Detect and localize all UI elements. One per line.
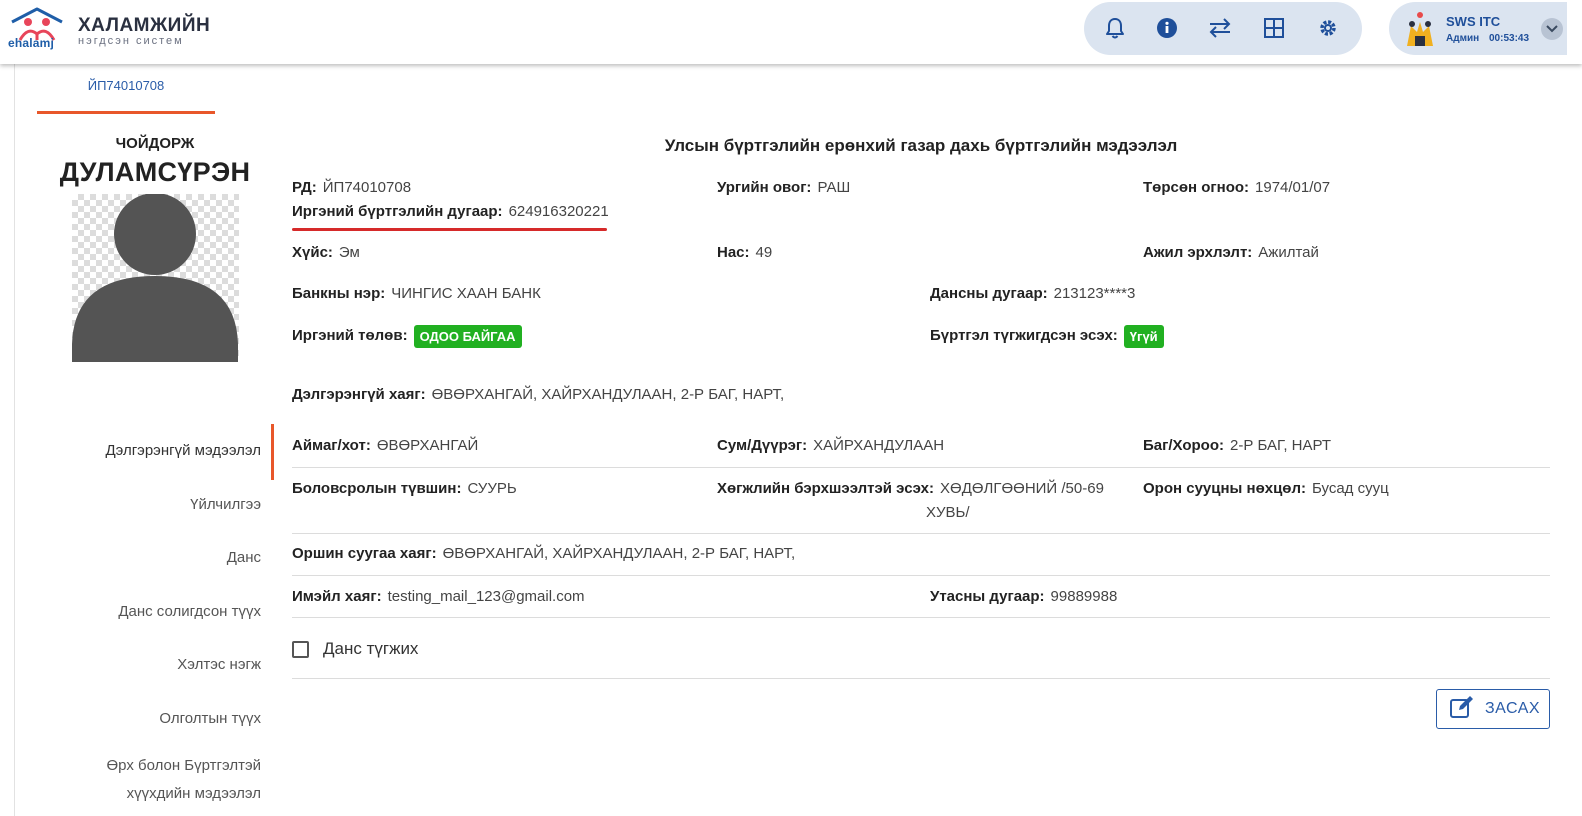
grid-icon[interactable] [1262,16,1286,40]
nav-item-details[interactable]: Дэлгэрэнгүй мэдээлэл [105,442,261,459]
nav-item-account-history[interactable]: Данс солигдсон түүх [118,603,261,620]
tab-active-indicator [37,111,215,114]
divider [292,678,1550,679]
lock-account-label[interactable]: Данс түгжих [323,639,418,659]
header-toolbar [1084,2,1362,55]
user-name: SWS ITC [1446,14,1501,29]
nav-item-services[interactable]: Үйлчилгээ [190,496,261,513]
divider [292,617,1550,618]
field-phone: Утасны дугаар: 99889988 [930,588,1118,605]
chevron-down-icon[interactable] [1541,18,1563,40]
profile-last-name: ДУЛАМСҮРЭН [59,157,251,187]
app-header: ehalamj ХАЛАМЖИЙН нэгдсэн систем SWS ITC… [0,0,1582,64]
brand-title: ХАЛАМЖИЙН [78,15,211,36]
lock-account-checkbox[interactable] [292,641,309,658]
field-residence: Оршин суугаа хаяг: ӨВӨРХАНГАЙ, ХАЙРХАНДУЛ… [292,545,796,562]
field-disability-line2: ХУВЬ/ [926,504,970,521]
avatar [1403,10,1437,48]
field-subdistrict: Баг/Хороо: 2-Р БАГ, НАРТ [1143,437,1331,454]
field-age: Нас: 49 [717,244,773,261]
profile-photo [72,194,239,362]
highlight-underline [292,228,607,231]
brand-subtitle: нэгдсэн систем [78,35,184,47]
field-citizen-reg: Иргэний бүртгэлийн дугаар: 624916320221 [292,203,609,220]
field-housing: Орон сууцны нөхцөл: Бусад сууц [1143,480,1389,497]
status-badge: ОДОО БАЙГАА [413,325,522,348]
edit-icon [1449,695,1475,723]
field-citizen-status: Иргэний төлөв: ОДОО БАЙГАА [292,325,522,348]
divider [292,575,1550,576]
nav-item-department[interactable]: Хэлтэс нэгж [177,656,261,673]
field-clan: Ургийн овог: РАШ [717,179,851,196]
nav-item-payout-history[interactable]: Олголтын түүх [159,710,261,727]
field-district: Сум/Дүүрэг: ХАЙРХАНДУЛААН [717,437,945,454]
field-reg-suspended: Бүртгэл түгжигдсэн эсэх: Үгүй [930,325,1164,348]
bell-icon[interactable] [1103,16,1127,40]
field-education: Боловсролын түвшин: СУУРЬ [292,480,517,497]
logo-text: ehalamj [8,36,55,50]
field-gender: Хүйс: Эм [292,244,360,261]
field-full-address: Дэлгэрэнгүй хаяг: ӨВӨРХАНГАЙ, ХАЙРХАНДУЛА… [292,386,785,403]
nav-item-account[interactable]: Данс [227,549,261,566]
section-title: Улсын бүртгэлийн ерөнхий газар дахь бүрт… [664,136,1178,155]
nav-active-indicator [271,424,274,480]
field-account-no: Дансны дугаар: 213123****3 [930,285,1136,302]
info-icon[interactable] [1155,16,1179,40]
field-birth-date: Төрсөн огноо: 1974/01/07 [1143,179,1331,196]
tab-citizen-id[interactable]: ЙП74010708 [37,78,215,93]
settings-icon[interactable] [1316,16,1340,40]
field-province: Аймаг/хот: ӨВӨРХАНГАЙ [292,437,479,454]
field-disability: Хөгжлийн бэрхшээлтэй эсэх: ХӨДӨЛГӨӨНИЙ /5… [717,480,1104,497]
nav-item-household-line2[interactable]: хүүхдийн мэдээлэл [127,785,261,802]
field-rd: РД: ЙП74010708 [292,179,412,196]
field-email: Имэйл хаяг: testing_mail_123@gmail.com [292,588,585,605]
field-bank-name: Банкны нэр: ЧИНГИС ХААН БАНК [292,285,541,302]
page-border [14,64,15,816]
user-menu[interactable]: SWS ITC Админ 00:53:43 [1389,2,1567,55]
field-employment: Ажил эрхлэлт: Ажилтай [1143,244,1319,261]
user-role: Админ [1446,33,1480,44]
edit-button-label: ЗАСАХ [1485,700,1541,717]
nav-item-household[interactable]: Өрх болон Бүртгэлтэй [106,757,261,774]
edit-button[interactable]: ЗАСАХ [1436,689,1550,729]
profile-first-name: ЧОЙДОРЖ [115,135,195,152]
transfer-icon[interactable] [1208,16,1232,40]
divider [292,533,1550,534]
session-timer: 00:53:43 [1489,33,1530,44]
suspended-badge: Үгүй [1123,325,1164,348]
divider [292,467,1550,468]
